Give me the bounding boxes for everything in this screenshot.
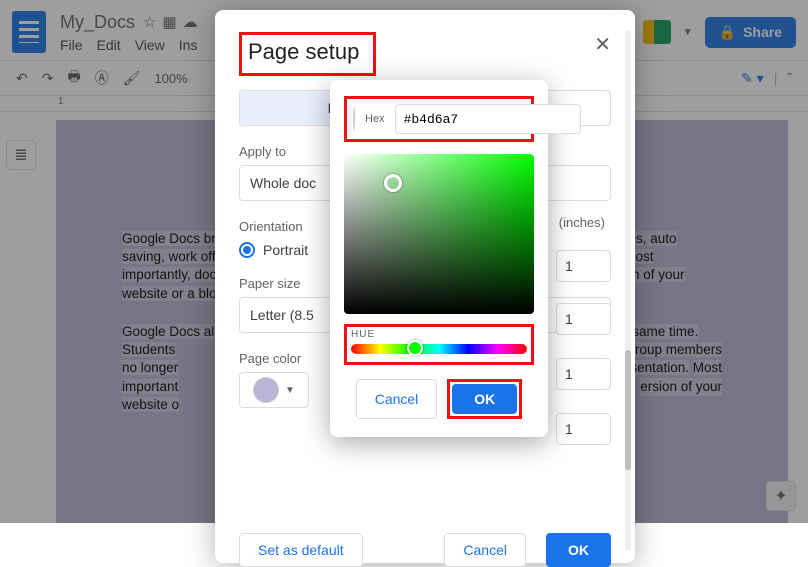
spellcheck-icon[interactable]: Ⓐ	[95, 68, 109, 88]
ok-button[interactable]: OK	[546, 533, 611, 567]
lock-icon: 🔒	[719, 24, 736, 41]
menu-edit[interactable]: Edit	[97, 37, 121, 53]
saturation-value-field[interactable]	[344, 154, 534, 314]
hex-input[interactable]	[395, 104, 581, 134]
share-button[interactable]: 🔒 Share	[705, 17, 796, 48]
margins-label: (inches)	[559, 215, 605, 230]
hue-thumb-icon[interactable]	[407, 340, 423, 356]
sv-thumb-icon[interactable]	[384, 174, 402, 192]
chevron-down-icon: ▼	[285, 385, 295, 396]
hex-label: Hex	[365, 113, 385, 125]
radio-checked-icon	[239, 242, 255, 258]
color-sample-icon	[353, 107, 355, 131]
docs-logo-icon[interactable]	[12, 11, 46, 53]
dialog-title: Page setup	[239, 32, 376, 76]
meet-icon[interactable]	[643, 20, 671, 44]
page-color-select[interactable]: ▼	[239, 372, 309, 408]
redo-icon[interactable]: ↷	[42, 70, 54, 87]
menu-view[interactable]: View	[135, 37, 165, 53]
hex-row: Hex	[344, 96, 534, 142]
print-icon[interactable]: 🖶	[67, 66, 80, 90]
margin-left-field[interactable]	[556, 358, 611, 390]
menu-file[interactable]: File	[60, 37, 83, 53]
cloud-icon[interactable]: ☁	[183, 13, 198, 31]
editing-mode-icon[interactable]: ✎ ▾	[741, 70, 764, 87]
cancel-button[interactable]: Cancel	[444, 533, 526, 567]
star-icon[interactable]: ☆	[143, 13, 156, 31]
margin-bottom-field[interactable]	[556, 303, 611, 335]
undo-icon[interactable]: ↶	[16, 70, 28, 87]
move-icon[interactable]: ▦	[162, 13, 176, 31]
hue-slider[interactable]	[351, 344, 527, 354]
color-picker-popover: Hex HUE Cancel OK	[330, 80, 548, 437]
hue-label: HUE	[351, 329, 527, 340]
dialog-scrollbar[interactable]	[625, 30, 631, 551]
paint-format-icon[interactable]: 🖌	[123, 70, 141, 87]
margin-top-field[interactable]	[556, 250, 611, 282]
meet-caret-icon[interactable]: ▼	[683, 27, 693, 38]
color-swatch-icon	[253, 377, 279, 403]
explore-icon[interactable]: ✦	[766, 481, 796, 511]
zoom-select[interactable]: 100%	[154, 71, 187, 86]
picker-cancel-button[interactable]: Cancel	[356, 379, 438, 419]
menu-bar: File Edit View Ins	[60, 37, 198, 53]
margin-right-field[interactable]	[556, 413, 611, 445]
set-default-button[interactable]: Set as default	[239, 533, 363, 567]
doc-title[interactable]: My_Docs	[60, 12, 135, 33]
close-icon[interactable]: ✕	[594, 32, 611, 57]
picker-ok-button[interactable]: OK	[452, 384, 517, 414]
collapse-icon[interactable]: ˆ	[787, 70, 792, 86]
menu-insert[interactable]: Ins	[179, 37, 198, 53]
outline-toggle-icon[interactable]: ≣	[6, 140, 36, 170]
